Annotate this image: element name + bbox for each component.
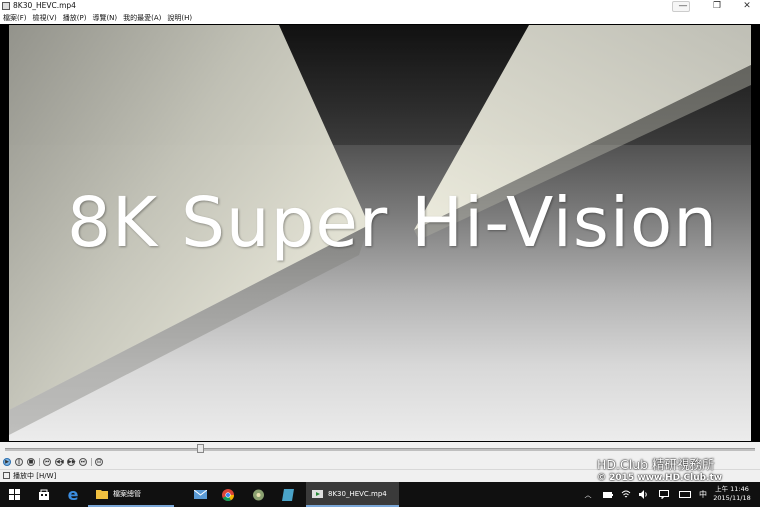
watermark: HD.Club 精研視務所 © 2015 www.HD.Club.tw [597,458,757,484]
status-icon [3,472,10,479]
taskbar-app[interactable] [276,482,300,507]
title-bar: 8K30_HEVC.mp4 — ❐ ✕ [0,0,760,13]
window-title: 8K30_HEVC.mp4 [13,1,76,10]
video-caption: 8K Super Hi-Vision [67,183,718,263]
menu-favorites[interactable]: 我的最愛(A) [123,13,161,24]
seek-bar[interactable] [0,442,760,455]
taskbar-explorer-label: 檔案總管 [113,489,141,498]
wifi-icon [621,490,631,498]
notes-icon [282,488,294,501]
taskbar-chrome[interactable] [216,482,240,507]
tray-volume[interactable] [638,482,650,507]
mail-icon [193,490,207,499]
video-player-icon [312,489,323,498]
close-button[interactable]: ✕ [734,0,760,13]
minimize-icon: — [678,1,688,11]
previous-icon[interactable]: ⏮ [43,458,51,466]
seek-track[interactable] [5,448,755,451]
fast-forward-icon[interactable]: ▶▶ [67,458,76,466]
tray-battery[interactable] [602,482,614,507]
menu-navigate[interactable]: 導覽(N) [92,13,117,24]
clock-date: 2015/11/18 [713,494,751,502]
start-button[interactable] [0,482,28,507]
battery-icon [603,491,613,498]
taskbar-mail[interactable] [188,482,212,507]
maximize-button[interactable]: ❐ [704,0,730,13]
watermark-copyright: © 2015 www.HD.Club.tw [597,473,723,483]
clock-time: 上午 11:46 [715,485,749,493]
edge-browser-button[interactable]: e [60,482,86,507]
keyboard-icon [679,491,691,498]
minimize-button[interactable]: — [670,0,696,13]
stop-icon[interactable]: ■ [27,458,35,466]
play-icon[interactable]: ▶ [3,458,11,466]
tray-expand[interactable]: ︿ [582,482,594,507]
controls-divider [91,458,92,466]
folder-icon [96,489,108,499]
tray-keyboard[interactable] [678,482,692,507]
pause-icon[interactable]: ‖ [15,458,23,466]
restore-icon: ❐ [712,1,722,11]
next-icon[interactable]: ⏭ [79,458,87,466]
video-canvas[interactable]: 8K Super Hi-Vision [9,25,751,441]
frame-step-icon[interactable]: ⊟ [95,458,103,466]
taskbar: e 檔案總管 8K30_HEVC.mp4 ︿ 中 上午 11:46 2015/1… [0,482,760,507]
task-view-button[interactable] [30,482,58,507]
tray-network[interactable] [620,482,632,507]
watermark-title: HD.Club 精研視務所 [597,457,715,472]
ie-icon: e [67,485,79,504]
menu-file[interactable]: 檔案(F) [3,13,27,24]
video-file-icon [2,2,10,10]
rewind-icon[interactable]: ◀◀ [55,458,64,466]
store-bag-icon [39,489,49,500]
taskbar-clock[interactable]: 上午 11:46 2015/11/18 [712,485,752,503]
taskbar-app[interactable] [246,482,270,507]
menu-bar: 檔案(F) 檢視(V) 播放(P) 導覽(N) 我的最愛(A) 說明(H) [0,13,760,24]
tray-notifications[interactable] [658,482,670,507]
menu-view[interactable]: 檢視(V) [33,13,57,24]
controls-divider [39,458,40,466]
seek-handle[interactable] [197,444,204,453]
video-frame: 8K Super Hi-Vision [0,24,760,442]
message-icon [659,490,669,499]
chevron-up-icon: ︿ [584,490,592,499]
chrome-icon [222,488,234,501]
windows-logo-icon [8,489,20,500]
taskbar-player-label: 8K30_HEVC.mp4 [328,489,387,498]
taskbar-player[interactable]: 8K30_HEVC.mp4 [306,482,399,507]
taskbar-explorer[interactable]: 檔案總管 [88,482,174,507]
menu-help[interactable]: 說明(H) [167,13,192,24]
media-tool-icon [252,489,264,500]
menu-play[interactable]: 播放(P) [63,13,87,24]
status-text: 播放中 [H/W] [13,472,57,480]
close-icon: ✕ [743,1,751,11]
ime-indicator[interactable]: 中 [697,482,709,507]
volume-icon [639,490,647,499]
